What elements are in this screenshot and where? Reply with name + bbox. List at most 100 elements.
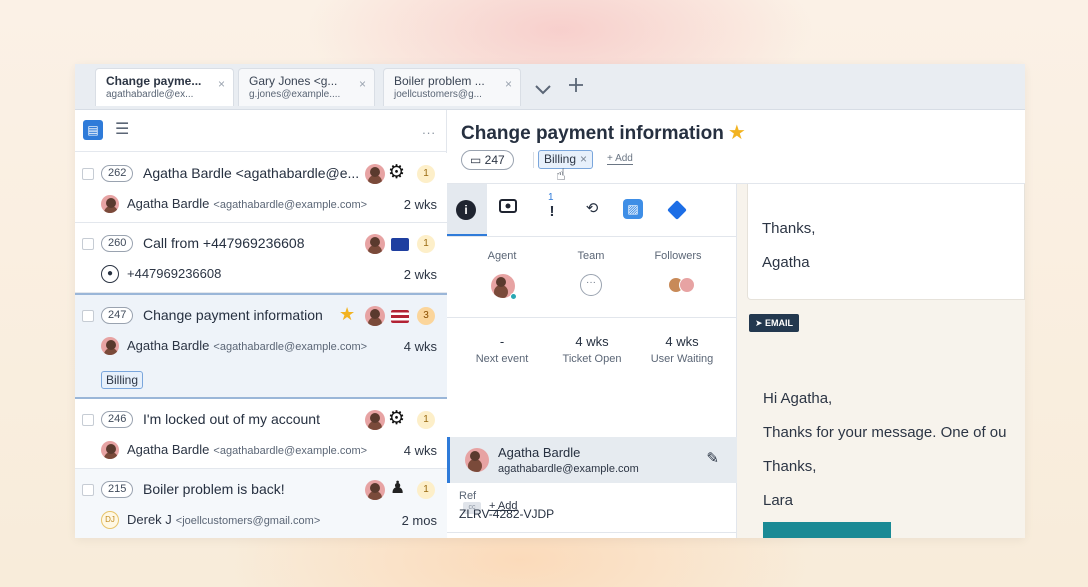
ticket-id-value: 247: [484, 153, 505, 167]
ref-value: ZLRV-4282-VJDP: [459, 507, 555, 521]
message-text: Lara: [763, 492, 794, 509]
from-name: Agatha Bardle: [127, 442, 210, 457]
phone-user-icon: ●: [101, 265, 119, 283]
row-checkbox[interactable]: [82, 414, 94, 426]
user-waiting-label: User Waiting: [650, 353, 714, 365]
eu-flag-icon: [391, 238, 409, 251]
next-event-value: -: [499, 334, 505, 349]
ticket-from: +447969236608: [127, 266, 222, 281]
ticket-row-260[interactable]: 260 Call from +447969236608 1 ● +4479692…: [75, 223, 447, 293]
message-card: Thanks, Agatha: [747, 184, 1025, 300]
message-text: Thanks for your message. One of ou: [763, 424, 1007, 441]
tab-title: Boiler problem ...: [394, 74, 485, 88]
from-email: <agathabardle@example.com>: [213, 445, 368, 457]
user-avatar: [101, 195, 119, 213]
plus-icon[interactable]: [569, 76, 583, 97]
contact-card[interactable]: Agatha Bardle agathabardle@example.com ✎: [447, 437, 737, 483]
info-panel-tabs: i 1 ! ⟲ ▨: [447, 184, 737, 237]
star-icon[interactable]: ★: [728, 122, 746, 144]
tab-gary-jones[interactable]: Gary Jones <g... g.jones@example.... ×: [238, 68, 375, 106]
label-tag[interactable]: Billing: [101, 371, 144, 389]
ticket-age: 2 mos: [401, 513, 437, 528]
online-status-dot: [510, 293, 517, 300]
message-text: Agatha: [762, 254, 810, 271]
ticket-title: Boiler problem is back!: [143, 481, 285, 497]
ticket-id-pill: 262: [101, 165, 134, 182]
divider: [533, 152, 534, 168]
jira-diamond-icon[interactable]: [667, 200, 687, 220]
close-icon[interactable]: ×: [359, 77, 366, 91]
next-event-label: Next event: [475, 353, 529, 365]
agent-label: Agent: [487, 250, 517, 262]
edit-pencil-icon[interactable]: ✎: [706, 449, 719, 467]
unread-count-badge: 1: [417, 235, 435, 253]
ticket-title: Call from +447969236608: [143, 235, 305, 251]
add-label-button[interactable]: + Add: [607, 153, 633, 165]
row-checkbox[interactable]: [82, 238, 94, 250]
gear-icon: ⚙: [388, 162, 406, 183]
list-toolbar: ▤ ☰ ...: [75, 110, 446, 152]
message-text: Thanks,: [762, 220, 816, 237]
history-icon[interactable]: ⟲: [581, 198, 603, 220]
agent-avatar: [365, 164, 385, 184]
agent-avatar: [365, 480, 385, 500]
email-badge-label: EMAIL: [765, 318, 794, 328]
screen-icon[interactable]: [497, 198, 519, 220]
row-checkbox[interactable]: [82, 168, 94, 180]
ticket-id-pill: 247: [101, 307, 134, 324]
follower-avatar[interactable]: [679, 277, 695, 293]
send-icon: ➤: [755, 318, 766, 328]
ticket-id-pill: 246: [101, 411, 134, 428]
tab-change-payment[interactable]: Change payme... agathabardle@ex... ×: [95, 68, 234, 106]
info-icon[interactable]: i: [456, 200, 476, 220]
user-avatar: [101, 441, 119, 459]
ticket-from: Agatha Bardle <agathabardle@example.com>: [127, 196, 367, 211]
user-group-icon: ♟: [390, 478, 406, 497]
chevron-down-icon[interactable]: [535, 79, 551, 100]
tab-title: Change payme...: [106, 74, 202, 88]
tab-title: Gary Jones <g...: [249, 74, 338, 88]
integration-app-icon[interactable]: ▨: [623, 199, 643, 219]
ticket-row-246[interactable]: 246 I'm locked out of my account ⚙ 1 Aga…: [75, 399, 447, 469]
more-options-icon[interactable]: ...: [422, 122, 436, 137]
tab-boiler-problem[interactable]: Boiler problem ... joellcustomers@g... ×: [383, 68, 521, 106]
us-flag-icon: [391, 310, 409, 323]
team-label: Team: [577, 250, 605, 262]
helpdesk-app-window: Change payme... agathabardle@ex... × Gar…: [75, 64, 1025, 538]
close-icon[interactable]: ×: [505, 77, 512, 91]
ticket-row-215[interactable]: 215 Boiler problem is back! ♟ 1 DJ Derek…: [75, 469, 447, 538]
row-checkbox[interactable]: [82, 484, 94, 496]
from-email: <agathabardle@example.com>: [213, 341, 368, 353]
ticket-row-247[interactable]: 247 Change payment information ★ 3 Agath…: [75, 293, 447, 399]
list-view-icon[interactable]: ☰: [115, 119, 129, 139]
from-name: Agatha Bardle: [127, 338, 210, 353]
agent-avatar: [365, 234, 385, 254]
remove-label-icon[interactable]: ×: [580, 152, 587, 166]
card-view-icon[interactable]: ▤: [83, 120, 103, 140]
ticket-list: ▤ ☰ ... 262 Agatha Bardle <agathabardle@…: [75, 110, 447, 538]
from-name: Derek J: [127, 512, 172, 527]
hand-cursor-icon: ☝: [556, 167, 566, 184]
message-text: Thanks,: [763, 458, 817, 475]
from-email: <agathabardle@example.com>: [213, 199, 368, 211]
page-title: Change payment information ★: [461, 120, 746, 145]
ticket-age: 2 wks: [403, 267, 437, 282]
ticket-title: Change payment information: [143, 307, 323, 323]
contact-avatar: [465, 448, 489, 472]
tab-subtitle: joellcustomers@g...: [394, 89, 482, 100]
ticket-title: Agatha Bardle <agathabardle@e...: [143, 165, 360, 181]
alert-icon[interactable]: !: [541, 201, 563, 223]
ticket-info-panel: i 1 ! ⟲ ▨ Agent Team Followers ··· - 4 w…: [447, 184, 737, 538]
ticket-row-262[interactable]: 262 Agatha Bardle <agathabardle@e... ⚙ 1…: [75, 153, 447, 223]
ticket-from: Agatha Bardle <agathabardle@example.com>: [127, 338, 367, 353]
star-icon[interactable]: ★: [339, 304, 355, 325]
row-checkbox[interactable]: [82, 310, 94, 322]
ticket-id-pill: ▭ 247: [461, 150, 514, 170]
team-chat-icon[interactable]: ···: [580, 274, 602, 296]
agent-avatar: [365, 410, 385, 430]
unread-count-badge: 1: [417, 411, 435, 429]
close-icon[interactable]: ×: [218, 77, 225, 91]
ticket-open-value: 4 wks: [575, 334, 609, 349]
tab-subtitle: agathabardle@ex...: [106, 89, 194, 100]
divider: [447, 317, 737, 318]
